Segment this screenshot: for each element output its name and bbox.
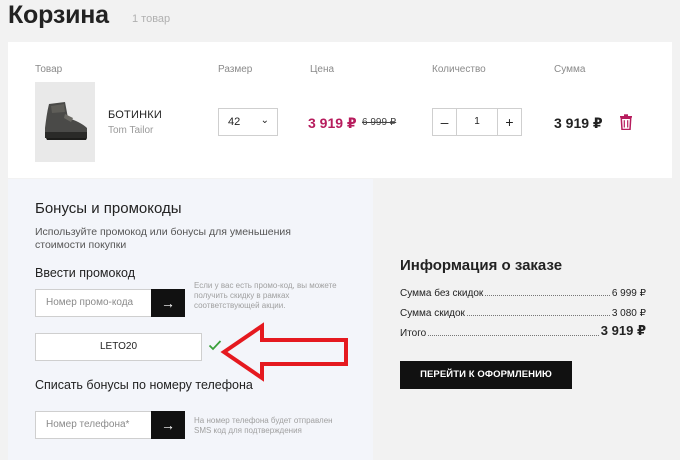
size-value: 42 <box>228 116 241 128</box>
product-image[interactable] <box>35 82 95 162</box>
order-row-label: Сумма без скидок <box>400 288 484 299</box>
column-header-size: Размер <box>218 64 253 75</box>
column-header-price: Цена <box>310 64 335 75</box>
quantity-value[interactable]: 1 <box>457 109 497 135</box>
dotted-leader <box>485 295 610 296</box>
bonus-description: Используйте промокод или бонусы для умен… <box>35 226 291 251</box>
column-header-quantity: Количество <box>432 64 486 75</box>
dotted-leader <box>466 315 610 316</box>
boot-image <box>45 102 87 140</box>
bonus-panel: Бонусы и промокоды Используйте промокод … <box>8 179 373 460</box>
order-row-subtotal: Сумма без скидок 6 999 ₽ <box>400 285 646 299</box>
order-row-value: 3 080 ₽ <box>611 308 646 319</box>
order-row-label: Итого <box>400 328 427 339</box>
cart-table: Товар Размер Цена Количество Сумма БОТИН… <box>8 42 672 178</box>
applied-promo-code: LETO20 <box>35 333 202 361</box>
checkout-button[interactable]: ПЕРЕЙТИ К ОФОРМЛЕНИЮ <box>400 361 572 389</box>
arrow-right-icon: → <box>161 417 175 433</box>
bonus-title: Бонусы и промокоды <box>35 200 182 217</box>
chevron-down-icon: ⌄ <box>260 115 269 126</box>
column-header-product: Товар <box>35 64 63 75</box>
order-row-value: 6 999 ₽ <box>611 288 646 299</box>
promo-section-title: Ввести промокод <box>35 266 136 280</box>
dotted-leader <box>428 335 599 336</box>
quantity-stepper: – 1 + <box>432 108 522 136</box>
item-price: 3 919 ₽ <box>308 115 357 131</box>
red-arrow-annotation <box>220 322 348 382</box>
phone-apply-button[interactable]: → <box>151 411 185 439</box>
order-row-discount: Сумма скидок 3 080 ₽ <box>400 305 646 319</box>
phone-hint: На номер телефона будет отправлен SMS ко… <box>194 416 333 435</box>
column-header-sum: Сумма <box>554 64 586 75</box>
size-select[interactable]: 42 ⌄ <box>218 108 278 136</box>
promo-code-input[interactable]: Номер промо-кода <box>35 289 152 317</box>
quantity-increase-button[interactable]: + <box>497 109 521 135</box>
phone-input[interactable]: Номер телефона* <box>35 411 152 439</box>
product-name[interactable]: БОТИНКИ <box>108 109 162 121</box>
trash-icon[interactable] <box>619 114 633 130</box>
order-row-total: Итого 3 919 ₽ <box>400 323 646 339</box>
phone-section-title: Списать бонусы по номеру телефона <box>35 378 253 392</box>
quantity-decrease-button[interactable]: – <box>433 109 457 135</box>
arrow-right-icon: → <box>161 295 175 311</box>
order-row-value: 3 919 ₽ <box>600 323 646 338</box>
order-info-title: Информация о заказе <box>400 257 563 274</box>
order-row-label: Сумма скидок <box>400 308 465 319</box>
item-sum: 3 919 ₽ <box>554 115 603 131</box>
promo-hint: Если у вас есть промо-код, вы можете пол… <box>194 281 337 310</box>
page-title: Корзина <box>8 1 109 29</box>
cart-item-count: 1 товар <box>132 13 171 25</box>
promo-apply-button[interactable]: → <box>151 289 185 317</box>
product-brand: Tom Tailor <box>108 125 154 136</box>
item-old-price: 6 999 ₽ <box>362 117 397 128</box>
